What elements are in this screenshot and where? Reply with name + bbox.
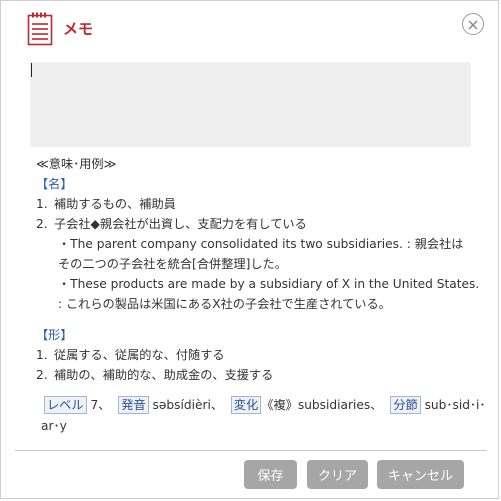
- clear-button[interactable]: クリア: [307, 460, 368, 489]
- syllable-continued: ar･y: [41, 419, 67, 433]
- meaning-text: 補助の、補助的な、助成金の、支援する: [54, 368, 274, 382]
- close-button[interactable]: [462, 13, 484, 35]
- save-button[interactable]: 保存: [244, 460, 297, 489]
- item-number: 1.: [36, 348, 48, 362]
- inflection-value: 《複》subsidiaries、: [261, 398, 383, 412]
- footer-divider: [15, 450, 487, 451]
- item-number: 1.: [36, 197, 48, 211]
- dictionary-entry: ≪意味･用例≫ 【名】 1. 補助するもの、補助員 2. 子会社◆親会社が出資し、支…: [36, 154, 486, 437]
- level-tag: レベル: [44, 396, 87, 414]
- meaning-text: 補助するもの、補助員: [54, 197, 176, 211]
- dialog-title: メモ: [63, 20, 94, 38]
- level-value: 7、: [90, 398, 111, 412]
- text-caret: [31, 63, 32, 77]
- memo-textarea[interactable]: [30, 62, 471, 147]
- meta-line: レベル 7、 発音 səbsídièri、 変化 《複》subsidiaries、…: [36, 395, 486, 416]
- example-line: ・The parent company consolidated its two…: [58, 237, 464, 251]
- example-line: その二つの子会社を統合[合併整理]した。: [58, 257, 287, 271]
- syllable-value: sub･sid･i･: [424, 398, 486, 412]
- entry-meta: レベル 7、 発音 səbsídièri、 変化 《複》subsidiaries、…: [36, 395, 486, 437]
- memo-icon: [27, 12, 53, 46]
- adjective-meaning-2: 2. 補助の、補助的な、助成金の、支援する: [36, 365, 476, 385]
- pronunciation-value: səbsídièri、: [152, 398, 224, 412]
- meaning-text: 従属する、従属的な、付随する: [54, 348, 225, 362]
- syllable-tag: 分節: [390, 396, 421, 414]
- cancel-button[interactable]: キャンセル: [377, 460, 464, 489]
- noun-meaning-2: 2. 子会社◆親会社が出資し、支配力を有している: [36, 214, 476, 234]
- pronunciation-tag: 発音: [118, 396, 149, 414]
- inflection-tag: 変化: [230, 396, 262, 414]
- example-line: : これらの製品は米国にあるX社の子会社で生産されている。: [58, 297, 391, 311]
- noun-label: 【名】: [36, 177, 73, 191]
- adjective-meaning-1: 1. 従属する、従属的な、付随する: [36, 345, 476, 365]
- meaning-text: 子会社◆親会社が出資し、支配力を有している: [54, 217, 307, 231]
- memo-dialog: メモ ≪意味･用例≫ 【名】 1. 補助するもの、補助員 2. 子会社◆親会社が出資…: [0, 0, 499, 499]
- dialog-header: メモ: [1, 1, 498, 51]
- section-title: ≪意味･用例≫: [36, 157, 117, 171]
- item-number: 2.: [36, 368, 48, 382]
- example-line: ・These products are made by a subsidiary…: [58, 277, 480, 291]
- noun-meaning-1: 1. 補助するもの、補助員: [36, 194, 476, 214]
- item-number: 2.: [36, 217, 48, 231]
- adjective-label: 【形】: [36, 328, 73, 342]
- close-icon: [468, 15, 478, 34]
